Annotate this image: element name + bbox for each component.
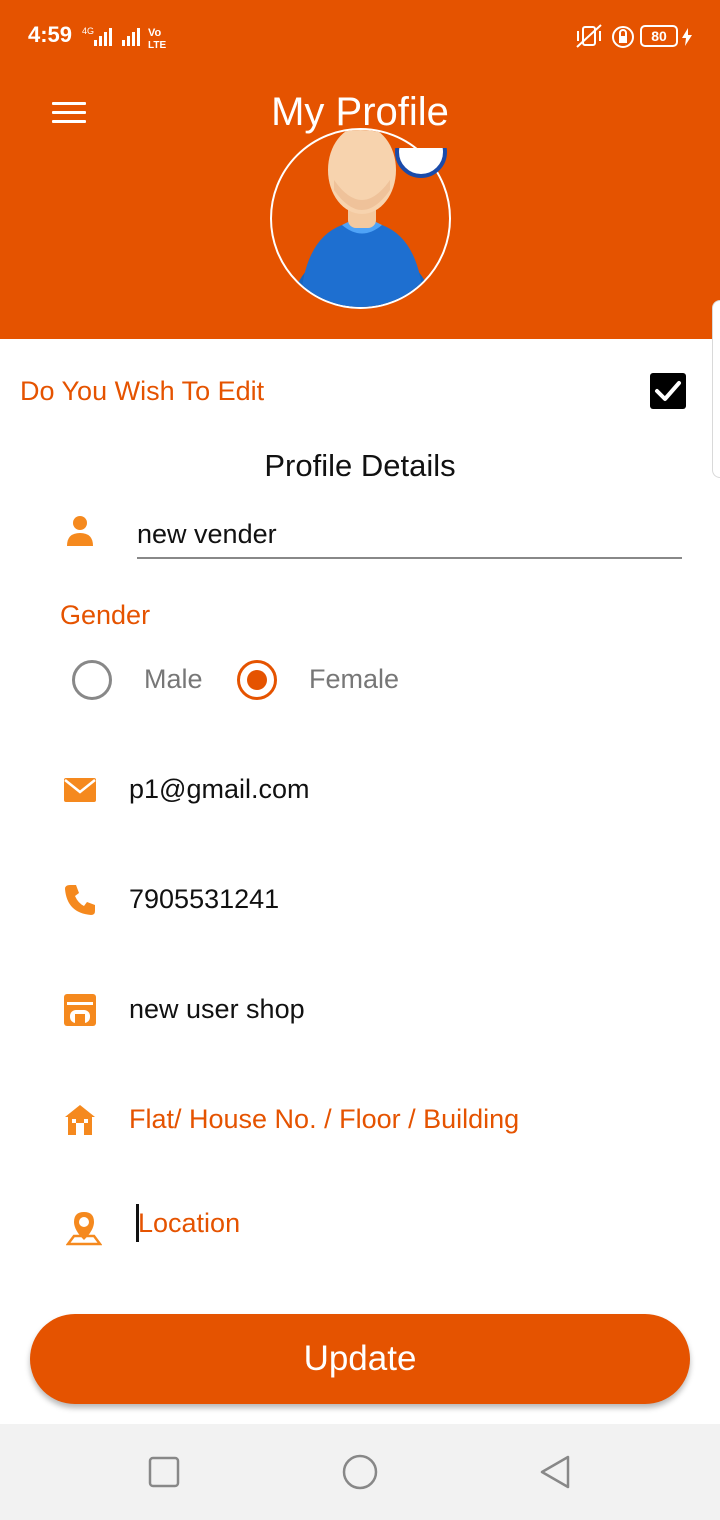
radio-male[interactable]: [72, 660, 112, 700]
house-icon: [65, 1105, 95, 1135]
circle-icon[interactable]: [338, 1450, 382, 1494]
gender-label: Gender: [60, 600, 151, 630]
phone-icon: [65, 885, 95, 915]
name-input[interactable]: [137, 512, 682, 559]
section-title: Profile Details: [264, 448, 456, 483]
edit-toggle-label: Do You Wish To Edit: [20, 376, 265, 406]
address-placeholder[interactable]: Flat/ House No. / Floor / Building: [129, 1104, 519, 1135]
radio-female[interactable]: [237, 660, 277, 700]
mail-icon: [64, 778, 96, 802]
app-header: 4:59 4G Vo LTE 80 My Profile: [0, 0, 720, 339]
store-icon: [64, 994, 96, 1026]
svg-text:LTE: LTE: [148, 40, 166, 50]
square-icon[interactable]: [142, 1450, 186, 1494]
edit-checkbox[interactable]: [650, 373, 686, 409]
radio-male-label[interactable]: Male: [144, 664, 203, 695]
update-button[interactable]: Update: [30, 1314, 690, 1404]
status-right-group: 80: [574, 22, 698, 52]
phone-value[interactable]: 7905531241: [129, 884, 279, 915]
charging-icon: [682, 28, 692, 46]
status-bar: 4:59 4G Vo LTE 80: [0, 0, 720, 76]
system-nav-bar: [0, 1424, 720, 1520]
battery-icon: 80: [640, 25, 678, 47]
radio-female-label[interactable]: Female: [309, 664, 399, 695]
signal-icon: 4G Vo LTE: [82, 26, 166, 50]
checkmark-icon: [655, 381, 681, 401]
rotation-lock-icon: [612, 26, 634, 48]
edit-avatar-icon[interactable]: [394, 148, 448, 188]
location-placeholder[interactable]: Location: [138, 1208, 240, 1239]
network-label: 4G: [82, 26, 94, 36]
location-pin-icon: [66, 1212, 102, 1246]
person-icon: [67, 516, 93, 546]
svg-text:Vo: Vo: [148, 27, 162, 39]
vibrate-icon: [576, 24, 602, 48]
email-value[interactable]: p1@gmail.com: [129, 774, 309, 805]
status-time: 4:59: [28, 22, 73, 47]
triangle-back-icon[interactable]: [534, 1450, 578, 1494]
shop-value[interactable]: new user shop: [129, 994, 305, 1025]
